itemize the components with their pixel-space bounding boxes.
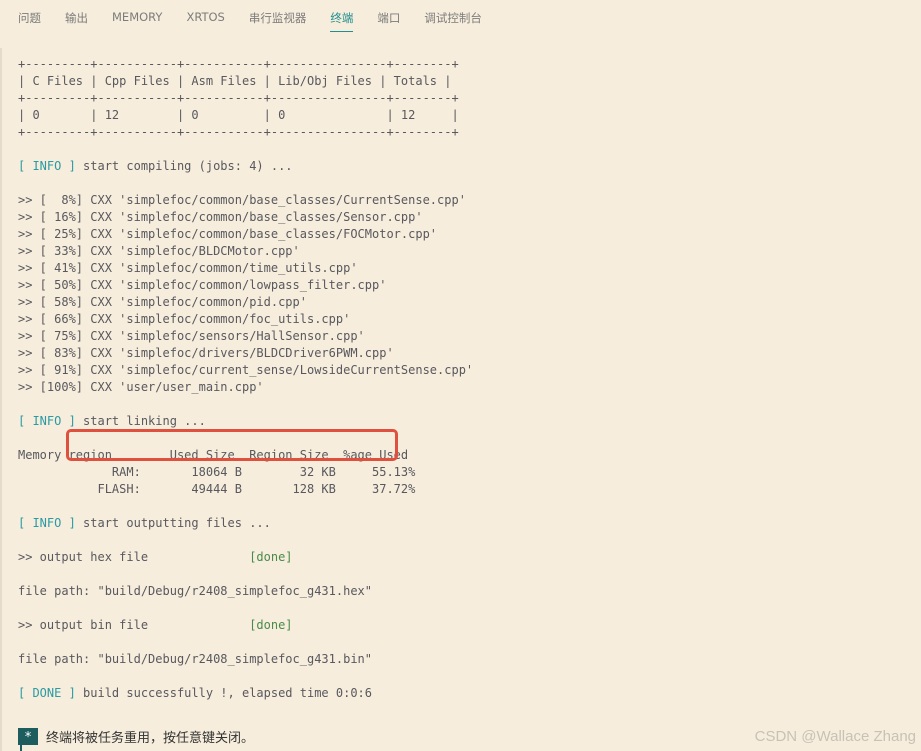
tab-debug-console[interactable]: 调试控制台 (424, 10, 482, 31)
done-message: build successfully !, elapsed time 0:0:6 (75, 686, 373, 700)
tab-terminal[interactable]: 终端 (330, 10, 354, 32)
terminal-gutter (0, 48, 2, 751)
compile-file-line: >> [ 58%] CXX 'simplefoc/common/pid.cpp' (18, 295, 307, 309)
compile-file-line: >> [ 75%] CXX 'simplefoc/sensors/HallSen… (18, 329, 365, 343)
bin-file-path-line: file path: "build/Debug/r2408_simplefoc_… (18, 652, 373, 666)
output-hex-label: >> output hex file (18, 550, 250, 564)
compile-file-line: >> [ 91%] CXX 'simplefoc/current_sense/L… (18, 363, 474, 377)
prompt-badge: * (18, 727, 38, 745)
info-tag: [ INFO ] (18, 516, 76, 530)
outputting-info-line: [ INFO ] start outputting files ... (18, 515, 921, 532)
watermark: CSDN @Wallace Zhang (754, 728, 916, 745)
table-header: | C Files | Cpp Files | Asm Files | Lib/… (18, 74, 452, 88)
compile-file-line: >> [ 8%] CXX 'simplefoc/common/base_clas… (18, 193, 466, 207)
tab-ports[interactable]: 端口 (377, 10, 400, 31)
compile-message: start compiling (jobs: 4) ... (75, 159, 293, 173)
table-border-top: +---------+-----------+-----------+-----… (18, 57, 459, 71)
compile-file-line: >> [ 41%] CXX 'simplefoc/common/time_uti… (18, 261, 358, 275)
outputting-message: start outputting files ... (75, 516, 271, 530)
terminal-reuse-prompt: * 终端将被任务重用，按任意键关闭。 (18, 727, 255, 746)
output-hex-line: >> output hex file [done] (18, 549, 921, 566)
terminal-cursor (20, 745, 22, 751)
info-tag: [ INFO ] (18, 159, 76, 173)
linking-info-line: [ INFO ] start linking ... (18, 413, 921, 430)
compile-file-line: >> [ 66%] CXX 'simplefoc/common/foc_util… (18, 312, 351, 326)
panel-tab-bar: 问题 输出 MEMORY XRTOS 串行监视器 终端 端口 调试控制台 (0, 0, 921, 40)
done-status: [done] (249, 550, 293, 564)
compile-info-line: [ INFO ] start compiling (jobs: 4) ... (18, 158, 921, 175)
compile-file-line: >> [ 50%] CXX 'simplefoc/common/lowpass_… (18, 278, 387, 292)
tab-output[interactable]: 输出 (65, 10, 88, 31)
done-status: [done] (249, 618, 293, 632)
hex-file-path-line: file path: "build/Debug/r2408_simplefoc_… (18, 584, 373, 598)
tab-xrtos[interactable]: XRTOS (186, 10, 224, 29)
table-row: | 0 | 12 | 0 | 0 | 12 | (18, 108, 459, 122)
memory-flash-line: FLASH: 49444 B 128 KB 37.72% (18, 482, 416, 496)
table-border-mid: +---------+-----------+-----------+-----… (18, 91, 459, 105)
info-tag: [ INFO ] (18, 414, 76, 428)
compile-file-line: >> [100%] CXX 'user/user_main.cpp' (18, 380, 264, 394)
tab-memory[interactable]: MEMORY (112, 10, 162, 29)
done-tag: [ DONE ] (18, 686, 76, 700)
prompt-text: 终端将被任务重用，按任意键关闭。 (46, 730, 255, 746)
compile-file-line: >> [ 25%] CXX 'simplefoc/common/base_cla… (18, 227, 438, 241)
linking-message: start linking ... (75, 414, 206, 428)
compile-file-line: >> [ 33%] CXX 'simplefoc/BLDCMotor.cpp' (18, 244, 300, 258)
tab-problems[interactable]: 问题 (18, 10, 41, 31)
output-bin-label: >> output bin file (18, 618, 250, 632)
tab-serial-monitor[interactable]: 串行监视器 (249, 10, 307, 31)
output-bin-line: >> output bin file [done] (18, 617, 921, 634)
compile-file-line: >> [ 16%] CXX 'simplefoc/common/base_cla… (18, 210, 423, 224)
terminal-output[interactable]: +---------+-----------+-----------+-----… (18, 56, 921, 751)
compile-file-line: >> [ 83%] CXX 'simplefoc/drivers/BLDCDri… (18, 346, 394, 360)
memory-header-line: Memory region Used Size Region Size %age… (18, 448, 409, 462)
done-line: [ DONE ] build successfully !, elapsed t… (18, 685, 921, 702)
table-border-bottom: +---------+-----------+-----------+-----… (18, 125, 459, 139)
memory-ram-line: RAM: 18064 B 32 KB 55.13% (18, 465, 416, 479)
